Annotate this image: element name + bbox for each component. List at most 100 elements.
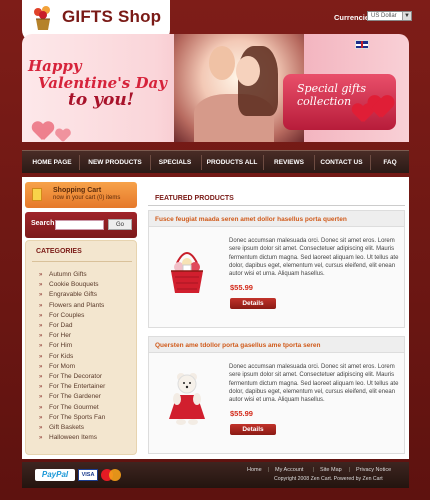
category-item[interactable]: » For The Entertainer [39,382,105,392]
category-item[interactable]: » Cookie Bouquets [39,280,99,290]
nav-home[interactable]: HOME PAGE [28,151,76,174]
bullet-icon: » [39,374,43,380]
category-item[interactable]: » For Her [39,331,71,341]
copyright-text: Copyright 2008 Zen Cart. Powered by Zen … [274,476,383,482]
category-label: For The Gardener [49,393,101,401]
category-label: For The Decorator [49,373,102,380]
bullet-icon: » [39,394,43,401]
search-box: Search Go [25,212,137,238]
bullet-icon: » [39,312,43,319]
main-nav: HOME PAGE NEW PRODUCTS SPECIALS PRODUCTS… [22,150,409,173]
search-input[interactable] [55,220,104,230]
category-label: For The Gourmet [49,403,99,411]
product-header: Fusce feugiat maada seren amet dollor ha… [149,211,404,227]
details-button[interactable]: Details [230,424,276,435]
category-item[interactable]: » For The Decorator [39,372,102,382]
product-title-link[interactable]: Fusce feugiat maada seren amet dollor ha… [155,216,347,223]
product-description: Donec accumsan malesuada orci. Donec sit… [229,238,399,278]
category-item[interactable]: » For Dad [39,321,72,331]
search-go-button[interactable]: Go [108,219,132,230]
nav-reviews[interactable]: REVIEWS [268,151,310,174]
uk-flag-icon[interactable] [355,40,369,49]
category-label: For Her [49,332,72,340]
featured-products-title: FEATURED PRODUCTS [155,195,234,202]
category-label: For Couples [49,311,85,319]
category-label: For Kids [49,352,74,360]
category-item[interactable]: » For The Gardener [39,392,101,402]
footer-divider: | [313,467,315,473]
product-title-link[interactable]: Quersten ame tdollor porta gasellus ame … [155,342,320,349]
chevron-down-icon[interactable]: ▼ [402,12,411,20]
footer-divider: | [268,467,270,473]
nav-products-all[interactable]: PRODUCTS ALL [206,151,258,174]
teddy-bear-image[interactable] [157,367,217,427]
category-item[interactable]: » Halloween Items [39,433,97,443]
heart-decoration-icon [32,122,54,142]
product-header: Quersten ame tdollor porta gasellus ame … [149,337,404,353]
category-label: Flowers and Plants [49,301,105,309]
category-item[interactable]: » For Him [39,341,72,351]
category-label: Gift Baskets [49,424,85,431]
bullet-icon: » [39,414,43,421]
cart-icon [32,188,42,201]
bullet-icon: » [39,333,43,340]
bullet-icon: » [39,292,43,299]
category-label: For The Entertainer [49,383,106,391]
nav-divider [79,155,80,170]
category-item[interactable]: » Gift Baskets [39,423,84,433]
category-item[interactable]: » For Couples [39,311,84,321]
product-description: Donec accumsan malesuada orci. Donec sit… [229,364,399,404]
paypal-logo-text: PayPal [41,470,69,479]
bullet-icon: » [39,353,43,360]
footer-link-site-map[interactable]: Site Map [320,467,342,473]
currency-select[interactable]: US Dollar ▼ [367,11,412,21]
nav-divider [201,155,202,170]
footer-divider: | [349,467,351,473]
category-item[interactable]: » For The Gourmet [39,403,99,413]
category-item[interactable]: » Flowers and Plants [39,301,104,311]
footer-link-my-account[interactable]: My Account [275,467,303,473]
nav-faq[interactable]: FAQ [376,151,404,174]
nav-specials[interactable]: SPECIALS [154,151,196,174]
divider [148,205,405,206]
category-label: For Mom [49,362,75,370]
bullet-icon: » [39,343,43,350]
product-card: Quersten ame tdollor porta gasellus ame … [148,336,405,454]
details-button[interactable]: Details [230,298,276,309]
category-item[interactable]: » For The Sports Fan [39,413,105,423]
category-item[interactable]: » Engravable Gifts [39,290,97,300]
visa-logo: VISA [78,469,98,481]
category-item[interactable]: » For Kids [39,352,73,362]
category-label: For Dad [49,322,73,329]
product-price: $55.99 [230,409,253,418]
gift-basket-image[interactable] [157,241,217,301]
bullet-icon: » [39,384,43,391]
nav-divider [150,155,151,170]
nav-divider [314,155,315,170]
footer-link-privacy-notice[interactable]: Privacy Notice [356,467,391,473]
gift-logo-icon [34,6,50,30]
banner: Happy Valentine's Day to you! Special gi… [22,34,409,142]
cart-title: Shopping Cart [53,187,102,194]
nav-contact-us[interactable]: CONTACT US [319,151,364,174]
category-item[interactable]: » Autumn Gifts [39,270,87,280]
bullet-icon: » [39,272,43,278]
shopping-cart-box[interactable]: Shopping Cart now in your cart (0) items [25,182,137,208]
category-item[interactable]: » For Mom [39,362,75,372]
nav-new-products[interactable]: NEW PRODUCTS [84,151,146,174]
category-label: Halloween Items [49,434,98,442]
bullet-icon: » [39,282,43,289]
footer-link-home[interactable]: Home [247,467,262,473]
category-label: For Him [49,342,73,350]
product-card: Fusce feugiat maada seren amet dollor ha… [148,210,405,328]
currency-selected-value: US Dollar [371,13,397,19]
logo-text: GIFTS Shop [62,7,162,26]
search-label: Search [31,220,55,227]
banner-title-line3: to you! [68,90,135,110]
bullet-icon: » [39,425,43,431]
categories-title: CATEGORIES [36,248,82,255]
mastercard-logo [101,469,121,481]
nav-divider [263,155,264,170]
bullet-icon: » [39,363,43,370]
category-label: Autumn Gifts [49,271,87,278]
